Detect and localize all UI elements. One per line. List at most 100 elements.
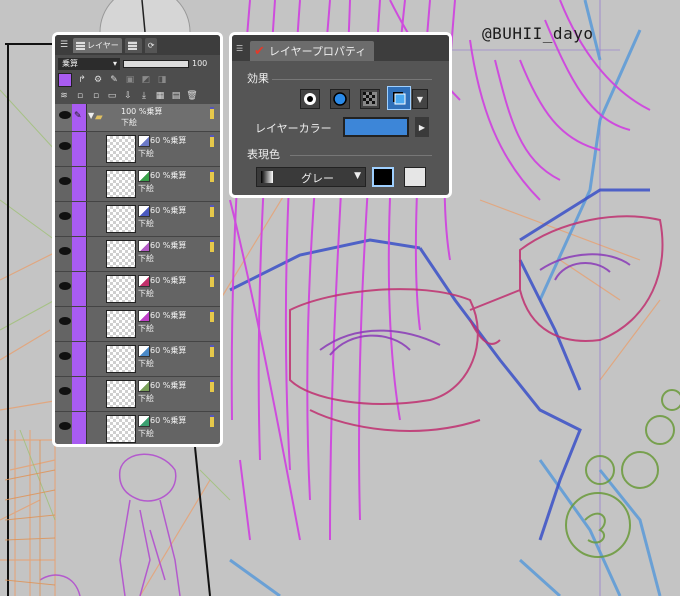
tab-layer-label: レイヤー [87,40,119,50]
pencil-icon: ✎ [74,111,82,121]
pen-icon [210,205,214,217]
layer-type-icon [138,345,150,357]
combine-down-icon[interactable]: ⤓ [138,90,150,102]
pen-icon [210,240,214,252]
layer-type-icon [138,135,150,147]
layer-name: 下絵 [138,219,154,228]
eye-icon[interactable] [59,317,71,325]
tab-layer-search[interactable] [124,37,142,53]
layer-panel-tabs: ☰ レイヤー ⟳ [55,35,220,55]
opacity-value[interactable]: 100 [192,59,210,68]
layer-color-menu[interactable]: ▶ [415,117,429,137]
layer-thumbnail [106,205,136,233]
white-color-chip[interactable] [404,167,426,187]
layer-thumbnail [106,135,136,163]
layer-color-strip [72,272,87,306]
layer-row[interactable]: 60 %乗算 下絵 [55,412,220,444]
layer-row[interactable]: 60 %乗算 下絵 [55,307,220,342]
border-effect-button[interactable] [300,89,320,109]
eye-icon[interactable] [59,142,71,150]
layer-row[interactable]: 60 %乗算 下絵 [55,132,220,167]
folder-icon: ▰ [95,112,103,123]
layer-name: 下絵 [138,429,154,438]
transfer-down-icon[interactable]: ⇩ [122,90,134,102]
black-color-chip[interactable] [372,167,394,187]
layer-row[interactable]: 60 %乗算 下絵 [55,202,220,237]
opacity-slider[interactable] [123,59,189,68]
lock-icon[interactable]: ▣ [124,74,136,86]
layer-color-strip [72,202,87,236]
tab-layer-property-label: レイヤープロパティ [268,45,367,58]
watermark: @BUHII_dayo [482,24,594,43]
watercolor-edge-icon [333,92,347,106]
layer-name: 下絵 [138,149,154,158]
tab-history[interactable]: ⟳ [144,37,158,53]
layer-color-bar[interactable] [343,117,409,137]
new-raster-layer-icon[interactable]: ▫ [74,90,86,102]
tab-layer[interactable]: レイヤー [73,37,122,53]
new-folder-icon[interactable]: ▭ [106,90,118,102]
layer-thumbnail [106,345,136,373]
tab-layer-property[interactable]: ✔ レイヤープロパティ [250,41,375,61]
mask-icon[interactable]: ◩ [140,74,152,86]
layer-row[interactable]: 60 %乗算 下絵 [55,342,220,377]
eye-icon[interactable] [59,422,71,430]
layer-list: ✎ ▼ ▰ 100 %乗算 下絵 60 %乗算 下絵 60 %乗算 下絵 60 %乗算下… [55,104,220,444]
pen-icon [210,135,214,147]
clip-icon[interactable]: ↱ [76,74,88,86]
layer-mode: 60 %乗算 [150,276,187,285]
layer-mode: 60 %乗算 [150,241,187,250]
mask-add-icon[interactable]: ▦ [154,90,166,102]
panel-menu-icon[interactable]: ☰ [58,39,70,51]
eye-icon[interactable] [59,212,71,220]
effect-dropdown[interactable]: ▼ [412,89,428,109]
pen-icon [210,310,214,322]
tone-pattern-icon [363,92,377,106]
eye-icon[interactable] [59,282,71,290]
layer-mode: 60 %乗算 [150,381,187,390]
reference-icon[interactable]: ⚙ [92,74,104,86]
layer-rows: 60 %乗算 下絵 60 %乗算 下絵 60 %乗算 下絵 60 %乗算 下絵 60 %乗算 下絵… [55,132,220,444]
border-effect-icon [304,93,316,105]
layer-row[interactable]: 60 %乗算 下絵 [55,272,220,307]
eye-icon[interactable] [59,111,71,119]
apply-mask-icon[interactable]: ▤ [170,90,182,102]
layer-color-effect-button[interactable] [387,86,411,110]
layer-toolbar-bottom: ≋ ▫ ▫ ▭ ⇩ ⤓ ▦ ▤ 🗑 [55,88,220,104]
history-icon: ⟳ [147,40,155,50]
layer-color-swatch[interactable] [58,73,72,87]
blend-mode-select[interactable]: 乗算 [58,57,120,70]
layer-type-icon [138,170,150,182]
delete-layer-icon[interactable]: 🗑 [186,90,198,102]
layer-color-strip [72,132,87,166]
layer-row[interactable]: 60 %乗算 下絵 [55,377,220,412]
new-vector-layer-icon[interactable]: ▫ [90,90,102,102]
layer-name: 下絵 [121,118,137,127]
chevron-right-icon: ▶ [418,122,426,132]
panel-menu-icon[interactable]: ☰ [236,44,246,54]
layer-thumbnail [106,170,136,198]
expression-color-select[interactable]: グレー ▼ [256,167,366,187]
eye-icon[interactable] [59,177,71,185]
draft-icon[interactable]: ✎ [108,74,120,86]
layer-thumbnail [106,380,136,408]
chevron-down-icon[interactable]: ▼ [88,111,94,120]
layer-name: 下絵 [138,359,154,368]
eye-icon[interactable] [59,387,71,395]
layer-color-strip [72,167,87,201]
layer-row[interactable]: 60 %乗算 下絵 [55,167,220,202]
watercolor-edge-button[interactable] [330,89,350,109]
eye-icon[interactable] [59,352,71,360]
gradient-icon [261,171,273,183]
pen-icon [210,415,214,427]
eye-icon[interactable] [59,247,71,255]
ruler-icon[interactable]: ◨ [156,74,168,86]
layer-folder-row[interactable]: ✎ ▼ ▰ 100 %乗算 下絵 [55,104,220,132]
layer-row[interactable]: 60 %乗算 下絵 [55,237,220,272]
layer-color-strip [72,412,87,444]
tone-effect-button[interactable] [360,89,380,109]
layer-name: 下絵 [138,324,154,333]
layer-color-effect-icon [393,92,406,105]
layer-palette-icon[interactable]: ≋ [58,90,70,102]
layer-type-icon [138,310,150,322]
